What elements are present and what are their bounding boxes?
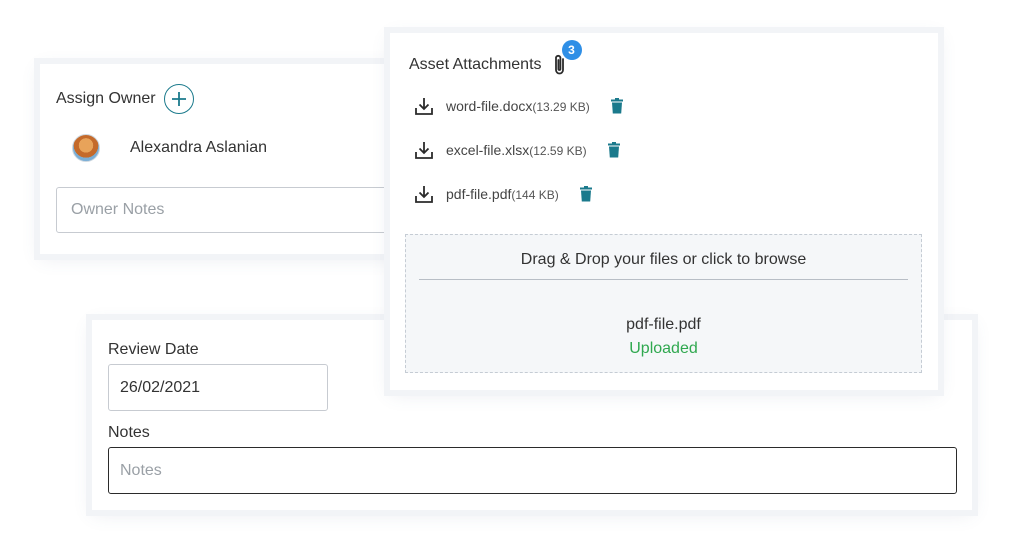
review-date-input[interactable] bbox=[108, 364, 328, 411]
file-name[interactable]: pdf-file.pdf(144 KB) bbox=[446, 186, 559, 202]
download-icon[interactable] bbox=[414, 184, 434, 204]
file-row: word-file.docx(13.29 KB) bbox=[414, 96, 624, 116]
attachments-header: Asset Attachments 3 bbox=[409, 40, 582, 77]
file-size: (12.59 KB) bbox=[529, 144, 587, 158]
file-size: (144 KB) bbox=[511, 188, 559, 202]
file-name[interactable]: excel-file.xlsx(12.59 KB) bbox=[446, 142, 587, 158]
file-size: (13.29 KB) bbox=[532, 100, 590, 114]
owner-name: Alexandra Aslanian bbox=[130, 139, 267, 156]
dropzone-text: Drag & Drop your files or click to brows… bbox=[520, 251, 807, 268]
attachments-count-badge: 3 bbox=[561, 40, 582, 60]
trash-icon bbox=[607, 142, 620, 158]
owner-notes-input[interactable] bbox=[56, 187, 426, 233]
assign-owner-header: Assign Owner bbox=[56, 84, 194, 114]
file-dropzone[interactable]: Drag & Drop your files or click to brows… bbox=[405, 234, 922, 373]
attachments-clip[interactable]: 3 bbox=[552, 40, 582, 77]
trash-icon bbox=[610, 98, 623, 114]
notes-label: Notes bbox=[108, 424, 150, 441]
file-name[interactable]: word-file.docx(13.29 KB) bbox=[446, 98, 590, 114]
divider bbox=[419, 279, 908, 280]
assign-owner-card: Assign Owner Alexandra Aslanian bbox=[40, 64, 430, 254]
trash-icon bbox=[579, 186, 592, 202]
notes-input[interactable] bbox=[108, 447, 957, 494]
add-owner-button[interactable] bbox=[163, 84, 194, 114]
assign-owner-title: Assign Owner bbox=[56, 90, 156, 107]
uploaded-file-name: pdf-file.pdf bbox=[626, 316, 701, 333]
plus-icon bbox=[171, 92, 186, 106]
review-date-label: Review Date bbox=[108, 341, 199, 358]
avatar bbox=[72, 134, 100, 162]
file-row: pdf-file.pdf(144 KB) bbox=[414, 184, 593, 204]
asset-attachments-card: Asset Attachments 3 word-file.docx(13.29… bbox=[390, 33, 938, 390]
delete-file-button[interactable] bbox=[607, 142, 621, 158]
file-row: excel-file.xlsx(12.59 KB) bbox=[414, 140, 621, 160]
owner-row: Alexandra Aslanian bbox=[72, 134, 267, 162]
delete-file-button[interactable] bbox=[610, 98, 624, 114]
download-icon[interactable] bbox=[414, 96, 434, 116]
download-icon[interactable] bbox=[414, 140, 434, 160]
delete-file-button[interactable] bbox=[579, 186, 593, 202]
attachments-title: Asset Attachments bbox=[409, 56, 542, 73]
upload-status: Uploaded bbox=[629, 340, 698, 357]
